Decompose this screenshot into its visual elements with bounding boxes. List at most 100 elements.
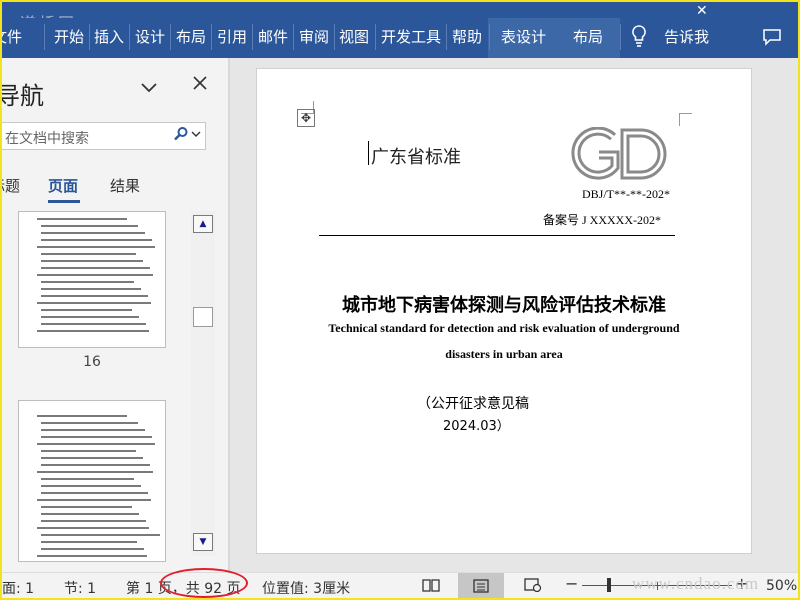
search-icon[interactable]: [173, 126, 189, 146]
draft-note: （公开征求意见稿: [417, 396, 529, 412]
thumbnail-text-line: [41, 520, 146, 522]
tab-table-layout[interactable]: 布局: [573, 28, 603, 46]
close-icon[interactable]: [192, 72, 208, 97]
thumbnail-text-line: [37, 555, 147, 557]
zoom-level[interactable]: 50%: [766, 578, 797, 594]
thumbnail-text-line: [41, 232, 145, 234]
table-move-handle-icon[interactable]: ✥: [297, 109, 315, 127]
page-thumbnail-17[interactable]: [18, 400, 166, 562]
thumbnail-text-line: [37, 246, 155, 248]
thumbnail-text-line: [37, 218, 127, 220]
status-section[interactable]: 节: 1: [64, 578, 96, 598]
zoom-slider-thumb[interactable]: [607, 578, 611, 592]
tab-separator: [129, 24, 130, 50]
tab-separator: [293, 24, 294, 50]
zoom-out-button[interactable]: −: [565, 574, 578, 593]
thumbnail-text-line: [37, 471, 153, 473]
thumbnail-text-line: [37, 443, 155, 445]
tab-design[interactable]: 设计: [135, 28, 165, 46]
tab-review[interactable]: 审阅: [299, 28, 329, 46]
thumbnail-text-line: [41, 450, 136, 452]
thumbnail-page-number: 16: [83, 354, 101, 370]
thumbnail-text-line: [37, 527, 149, 529]
thumbnail-text-line: [41, 281, 134, 283]
document-page[interactable]: ✥ 广东省标准 DBJ/T**-**-202* 备案号 J XXXXX-202*…: [256, 68, 752, 554]
gd-logo: [563, 126, 671, 185]
thumbnail-text-line: [41, 436, 152, 438]
status-page[interactable]: 页面: 1: [2, 578, 34, 598]
thumbnail-text-line: [41, 267, 150, 269]
tell-me-search[interactable]: 告诉我: [664, 28, 709, 46]
nav-tab-pages[interactable]: 页面: [48, 175, 78, 196]
chevron-down-icon[interactable]: [191, 128, 201, 141]
lightbulb-icon[interactable]: [630, 24, 648, 52]
standard-number: DBJ/T**-**-202*: [582, 187, 670, 201]
thumbnail-text-line: [41, 457, 143, 459]
scroll-down-button[interactable]: ▼: [193, 533, 213, 551]
thumbnail-text-line: [41, 513, 139, 515]
tab-help[interactable]: 帮助: [452, 28, 482, 46]
tab-separator: [489, 24, 490, 50]
thumbnail-text-line: [37, 302, 151, 304]
word-window: 道桥网 ✕ 文件 开始 插入 设计 布局 引用 邮件 审阅 视图 开发工具 帮助…: [0, 0, 800, 600]
search-placeholder: 在文档中搜索: [5, 131, 89, 147]
thumbnail-text-line: [41, 506, 132, 508]
page-thumbnail-16[interactable]: [18, 211, 166, 348]
thumbnail-text-line: [41, 253, 136, 255]
tab-separator: [446, 24, 447, 50]
print-layout-button[interactable]: [458, 573, 504, 598]
thumbnail-scrollbar[interactable]: ▲ ▼: [191, 211, 215, 556]
status-position[interactable]: 位置值: 3厘米: [262, 578, 350, 598]
tab-home[interactable]: 开始: [54, 28, 84, 46]
search-input[interactable]: 在文档中搜索: [2, 122, 206, 150]
nav-tab-results[interactable]: 结果: [110, 175, 140, 196]
provincial-standard-label: 广东省标准: [371, 147, 461, 168]
text-cursor: [368, 141, 369, 165]
tab-separator: [211, 24, 212, 50]
draft-date: 2024.03）: [443, 419, 510, 434]
navigation-pane: 导航 在文档中搜索 标题 页面 结果 16 ▲: [2, 58, 228, 572]
tab-separator: [252, 24, 253, 50]
thumbnail-text-line: [37, 415, 127, 417]
nav-tab-headings[interactable]: 标题: [2, 175, 20, 196]
site-watermark-bottom: www.cndao.com: [632, 574, 760, 593]
nav-pane-title: 导航: [0, 82, 44, 110]
document-title-english-line1: Technical standard for detection and ris…: [328, 321, 680, 335]
thumbnail-text-line: [41, 464, 150, 466]
thumbnail-text-line: [37, 330, 149, 332]
tab-separator: [375, 24, 376, 50]
thumbnail-text-line: [41, 260, 143, 262]
header-rule: [319, 235, 675, 236]
tab-file[interactable]: 文件: [2, 28, 22, 46]
read-mode-icon[interactable]: [422, 578, 440, 596]
tab-separator: [334, 24, 335, 50]
tab-layout[interactable]: 布局: [176, 28, 206, 46]
thumbnail-text-line: [41, 478, 134, 480]
tab-insert[interactable]: 插入: [94, 28, 124, 46]
thumbnail-text-line: [41, 429, 145, 431]
tab-references[interactable]: 引用: [217, 28, 247, 46]
tab-mailings[interactable]: 邮件: [258, 28, 288, 46]
thumbnail-text-line: [41, 323, 146, 325]
title-bar: [2, 2, 798, 18]
margin-corner-mark: [679, 113, 692, 126]
tab-separator: [620, 24, 621, 50]
highlight-annotation-circle: [160, 568, 248, 598]
tab-table-design[interactable]: 表设计: [501, 28, 546, 46]
tab-developer[interactable]: 开发工具: [381, 28, 441, 46]
thumbnail-text-line: [41, 225, 138, 227]
title-close-icon[interactable]: ✕: [696, 3, 708, 19]
active-tab-indicator: [48, 200, 80, 203]
web-layout-icon[interactable]: [524, 578, 542, 596]
thumbnail-text-line: [37, 499, 151, 501]
chevron-down-icon[interactable]: [140, 78, 158, 99]
thumbnail-text-line: [41, 316, 139, 318]
thumbnail-text-line: [41, 295, 148, 297]
comment-icon[interactable]: [762, 28, 782, 50]
thumbnail-text-line: [41, 288, 141, 290]
record-number: 备案号 J XXXXX-202*: [543, 213, 661, 227]
thumbnail-text-line: [41, 309, 132, 311]
scroll-up-button[interactable]: ▲: [193, 215, 213, 233]
scrollbar-thumb[interactable]: [193, 307, 213, 327]
tab-view[interactable]: 视图: [339, 28, 369, 46]
